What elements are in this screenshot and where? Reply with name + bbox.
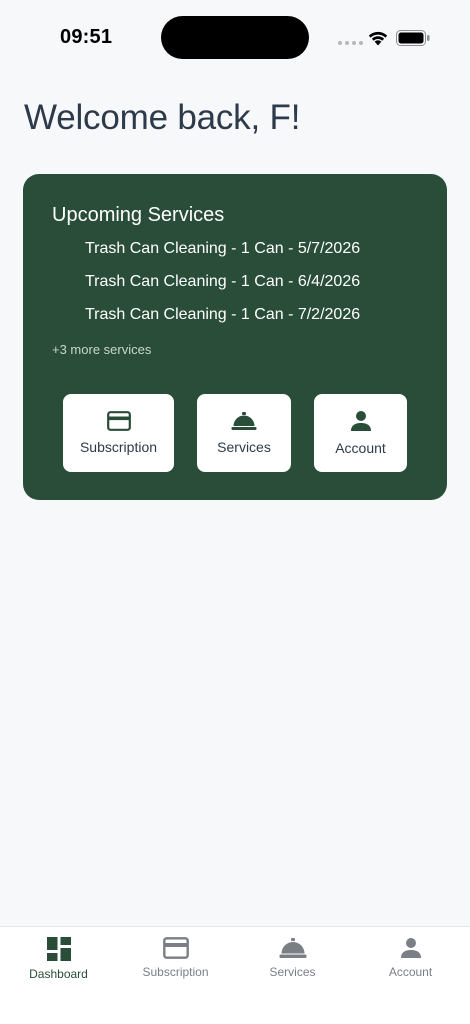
nav-label-subscription: Subscription — [142, 965, 209, 979]
dynamic-island — [161, 16, 309, 59]
quick-account-label: Account — [335, 440, 386, 456]
wifi-icon — [368, 31, 388, 46]
nav-item-services[interactable]: Services — [234, 937, 351, 997]
status-time: 09:51 — [60, 26, 113, 48]
nav-label-account: Account — [388, 965, 433, 979]
person-icon — [400, 938, 421, 958]
upcoming-service-item: Trash Can Cleaning - 1 Can - 6/4/2026 — [85, 273, 361, 290]
dashboard-icon — [46, 937, 71, 961]
nav-item-account[interactable]: Account — [352, 937, 469, 997]
nav-item-subscription[interactable]: Subscription — [117, 937, 234, 997]
battery-icon — [396, 30, 430, 46]
upcoming-service-item: Trash Can Cleaning - 1 Can - 7/2/2026 — [85, 306, 361, 323]
quick-subscription-label: Subscription — [79, 439, 158, 455]
service-bell-icon — [279, 938, 306, 958]
quick-account-button[interactable]: Account — [314, 394, 407, 472]
quick-services-button[interactable]: Services — [197, 394, 291, 472]
person-icon — [350, 411, 371, 431]
upcoming-services-card: Upcoming Services Trash Can Cleaning - 1… — [23, 174, 447, 500]
welcome-heading: Welcome back, F! — [24, 98, 301, 137]
credit-card-icon — [162, 937, 189, 959]
nav-label-services: Services — [269, 965, 316, 979]
quick-services-label: Services — [217, 439, 271, 455]
upcoming-services-title: Upcoming Services — [52, 204, 225, 226]
credit-card-icon — [106, 411, 131, 431]
nav-label-dashboard: Dashboard — [29, 967, 88, 981]
status-bar: 09:51 — [0, 0, 470, 76]
service-bell-icon — [231, 412, 257, 430]
more-services-text: +3 more services — [52, 342, 152, 357]
cellular-signal-icon — [338, 41, 363, 45]
bottom-nav: Dashboard Subscription Services Account — [0, 926, 470, 1024]
screen: 09:51 Welcome back, F! Upcoming Services… — [0, 0, 470, 1024]
quick-subscription-button[interactable]: Subscription — [63, 394, 174, 472]
upcoming-service-item: Trash Can Cleaning - 1 Can - 5/7/2026 — [85, 240, 361, 257]
nav-item-dashboard[interactable]: Dashboard — [0, 937, 117, 997]
